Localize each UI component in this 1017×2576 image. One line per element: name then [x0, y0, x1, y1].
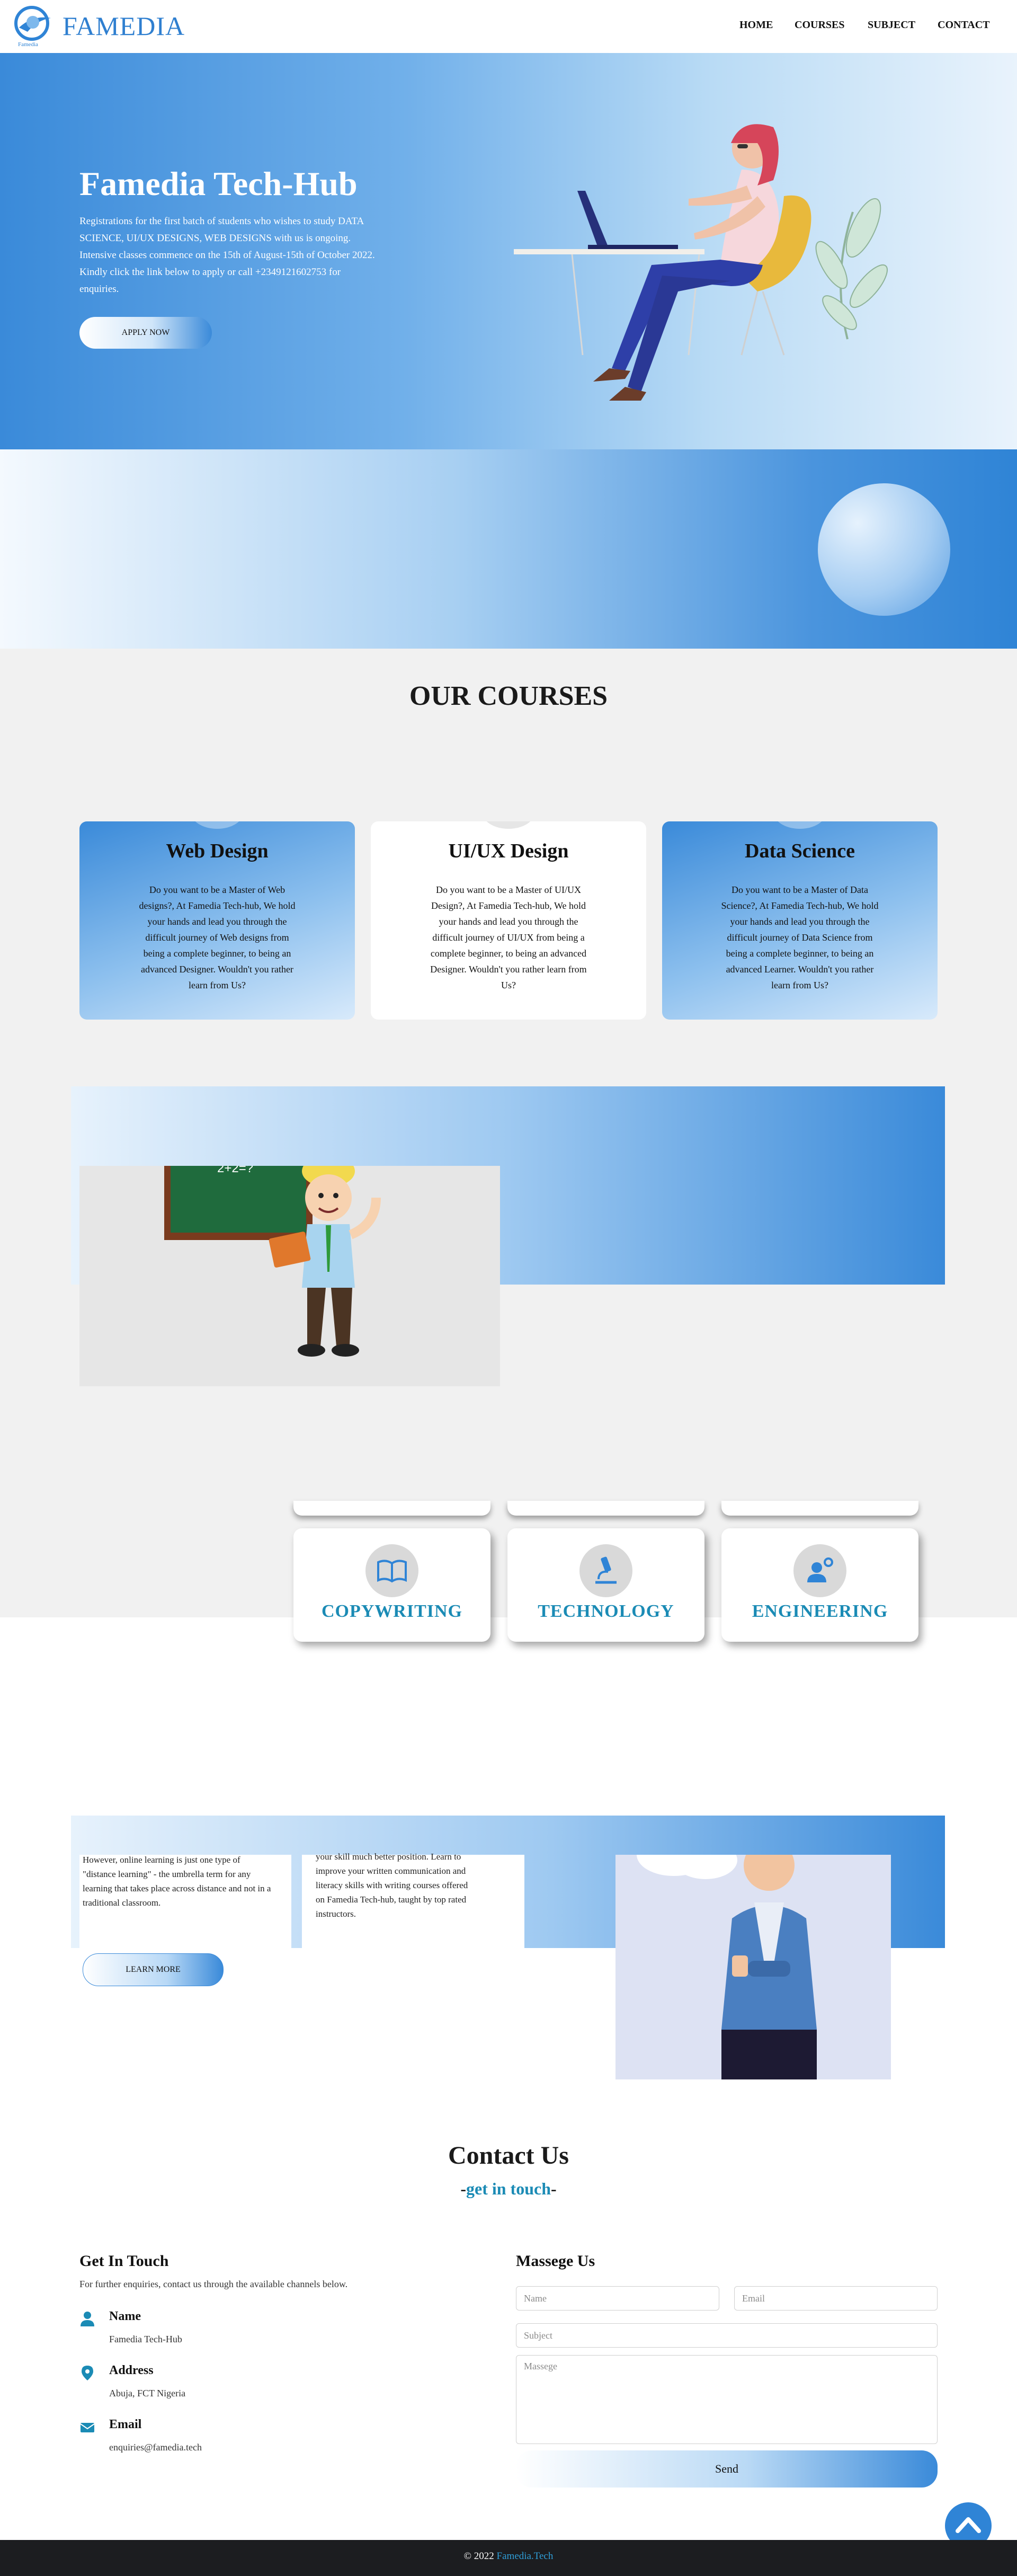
- contact-name-value: Famedia Tech-Hub: [109, 2334, 182, 2344]
- logo-text[interactable]: FAMEDIA: [63, 11, 185, 41]
- book-icon: [377, 1560, 407, 1583]
- subject-label: COPYWRITING: [321, 1601, 463, 1621]
- courses-title: OUR COURSES: [409, 681, 608, 711]
- name-field[interactable]: [516, 2286, 719, 2311]
- contact-subtitle: -get in touch-: [460, 2179, 557, 2198]
- thinking-man-illustration: [615, 1855, 891, 2079]
- writing-course-text: your skill much better position. Learn t…: [316, 1852, 468, 1919]
- subject-label: ENGINEERING: [752, 1601, 888, 1621]
- woman-at-laptop-illustration: [514, 124, 888, 401]
- board-text: 2+2=?: [217, 1166, 253, 1175]
- contact-name-title: Name: [109, 2309, 141, 2323]
- site-header: Famedia FAMEDIA HOME COURSES SUBJECT CON…: [0, 0, 1017, 53]
- subject-card-engineering[interactable]: ENGINEERING: [721, 1528, 918, 1642]
- subject-card-technology[interactable]: TECHNOLOGY: [507, 1528, 704, 1642]
- email-field[interactable]: [734, 2286, 938, 2311]
- footer-brand-link[interactable]: Famedia.Tech: [497, 2551, 554, 2562]
- contact-address-value: Abuja, FCT Nigeria: [109, 2388, 186, 2398]
- nav-courses[interactable]: COURSES: [795, 19, 844, 31]
- subject-field[interactable]: [516, 2323, 938, 2348]
- teacher-illustration: 2+2=?: [79, 1166, 500, 1386]
- nav-subject[interactable]: SUBJECT: [868, 19, 915, 31]
- hero-text: Registrations for the first batch of stu…: [79, 216, 375, 295]
- course-card-text: Do you want to be a Master of Web design…: [139, 884, 296, 990]
- course-card-title: Data Science: [745, 840, 855, 862]
- apply-now-button[interactable]: APPLY NOW: [79, 317, 212, 349]
- learn-more-button[interactable]: LEARN MORE: [83, 1953, 224, 1986]
- contact-email-value[interactable]: enquiries@famedia.tech: [109, 2442, 202, 2453]
- mail-icon: [80, 2423, 95, 2432]
- contact-title: Contact Us: [448, 2141, 569, 2170]
- person-icon: [81, 2312, 94, 2326]
- course-card-web-design[interactable]: Web Design Do you want to be a Master of…: [79, 821, 355, 1020]
- site-footer: © 2022 Famedia.Tech: [0, 2540, 1017, 2576]
- copyright-icon: ©: [463, 2551, 472, 2562]
- course-card-title: Web Design: [166, 840, 269, 862]
- hero-title: Famedia Tech-Hub: [79, 165, 358, 202]
- course-card-text: Do you want to be a Master of UI/UX Desi…: [430, 884, 587, 990]
- subject-label: TECHNOLOGY: [538, 1601, 674, 1621]
- get-in-touch-heading: Get In Touch: [79, 2252, 169, 2270]
- get-in-touch-text: For further enquiries, contact us throug…: [79, 2279, 348, 2289]
- nav-home[interactable]: HOME: [739, 19, 773, 31]
- microscope-icon: [595, 1556, 617, 1584]
- decorative-circle: [818, 483, 950, 616]
- message-us-heading: Massege Us: [516, 2252, 595, 2270]
- location-icon: [82, 2366, 93, 2380]
- engineer-icon: [807, 1557, 833, 1582]
- logo-subtext: Famedia: [18, 41, 38, 48]
- contact-address-title: Address: [109, 2363, 154, 2377]
- contact-email-title: Email: [109, 2418, 142, 2431]
- course-card-data-science[interactable]: Data Science Do you want to be a Master …: [662, 821, 938, 1020]
- logo-icon[interactable]: [12, 4, 54, 47]
- learning-text: However, online learning is just one typ…: [83, 1855, 271, 1908]
- course-card-uiux-design[interactable]: UI/UX Design Do you want to be a Master …: [371, 821, 646, 1020]
- course-card-text: Do you want to be a Master of Data Scien…: [721, 884, 879, 990]
- nav-contact[interactable]: CONTACT: [938, 19, 990, 31]
- subject-card-copywriting[interactable]: COPYWRITING: [293, 1528, 490, 1642]
- course-card-title: UI/UX Design: [448, 840, 569, 862]
- send-button[interactable]: Send: [516, 2450, 938, 2488]
- copyright-text: © 2022 Famedia.Tech: [463, 2551, 554, 2562]
- message-field[interactable]: [516, 2355, 938, 2444]
